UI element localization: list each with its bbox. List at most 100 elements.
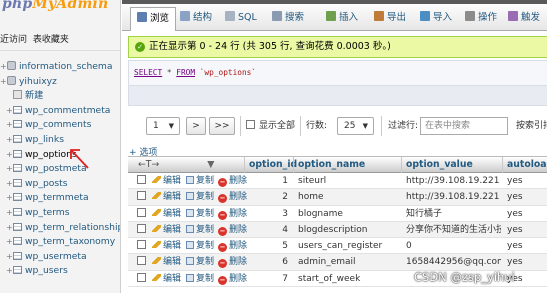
edit-row-button[interactable]: 编辑 (152, 222, 181, 238)
copy-row-button[interactable]: 复制 (186, 222, 214, 238)
recent-tables-link[interactable]: 近访问 (0, 35, 27, 45)
favorite-tables-link[interactable]: 表收藏夹 (33, 35, 69, 45)
tab-operations[interactable]: 操作 (465, 7, 497, 31)
option-id-cell[interactable]: 4 (260, 222, 288, 238)
tree-item-label[interactable]: yihuixyz (19, 76, 57, 87)
tree-item-label[interactable]: wp_term_taxonomy (25, 236, 115, 247)
tree-item-label[interactable]: wp_posts (25, 178, 68, 189)
row-checkbox[interactable] (137, 238, 150, 254)
show-all-checkbox[interactable] (246, 120, 255, 129)
copy-row-button[interactable]: 复制 (186, 238, 214, 254)
delete-row-button[interactable]: − 删除 (218, 173, 247, 189)
option-name-cell[interactable]: blogdescription (298, 222, 367, 238)
option-id-cell[interactable]: 1 (260, 173, 288, 189)
tab-import[interactable]: 导入 (420, 7, 452, 31)
tab-search[interactable]: 搜索 (272, 7, 304, 31)
delete-row-button[interactable]: − 删除 (218, 254, 247, 270)
edit-row-button[interactable]: 编辑 (152, 189, 181, 205)
column-header-option-id[interactable]: option_id (244, 157, 297, 173)
phpmyadmin-logo[interactable]: phpMyAdmin (2, 0, 108, 12)
tree-item[interactable]: + wp_comments (0, 118, 120, 133)
tree-item-label[interactable]: wp_users (25, 265, 68, 276)
column-header-option-value[interactable]: option_value (401, 157, 502, 173)
tree-item[interactable]: + information_schema (0, 60, 120, 75)
tree-item-label[interactable]: wp_links (25, 134, 64, 145)
option-id-cell[interactable]: 6 (260, 254, 288, 270)
option-value-cell[interactable]: http://39.108.19.221 (406, 189, 501, 205)
tree-item[interactable]: + wp_term_relationships (0, 221, 120, 236)
tab-insert[interactable]: 插入 (326, 7, 358, 31)
expand-icon[interactable]: + (0, 60, 7, 75)
expand-icon[interactable]: + (0, 75, 7, 90)
column-header-autoload[interactable]: autoload (502, 157, 547, 173)
tree-item[interactable]: + wp_options (0, 148, 120, 163)
option-name-cell[interactable]: siteurl (298, 173, 326, 189)
tab-export[interactable]: 导出 (374, 7, 406, 31)
sort-icon[interactable]: ▼ (207, 159, 214, 170)
sql-keyword-from[interactable]: FROM (176, 68, 195, 77)
sort-by-key-label[interactable]: 按索引排 (516, 117, 547, 135)
expand-icon[interactable]: + (6, 191, 13, 206)
edit-row-button[interactable]: 编辑 (152, 254, 181, 270)
tab-structure[interactable]: 结构 (180, 7, 212, 31)
tree-item[interactable]: + wp_posts (0, 177, 120, 192)
edit-row-button[interactable]: 编辑 (152, 173, 181, 189)
expand-icon[interactable]: + (6, 235, 13, 250)
row-checkbox[interactable] (137, 222, 150, 238)
expand-icon[interactable]: + (6, 250, 13, 265)
option-value-cell[interactable]: 分享你不知道的生活小技巧 (406, 222, 501, 238)
autoload-cell[interactable]: yes (507, 238, 523, 254)
copy-row-button[interactable]: 复制 (186, 254, 214, 270)
tree-item-label[interactable]: wp_comments (25, 119, 91, 130)
option-id-cell[interactable]: 3 (260, 206, 288, 222)
last-page-button[interactable]: >> (209, 117, 235, 135)
row-checkbox[interactable] (137, 254, 150, 270)
tree-item-label[interactable]: wp_commentmeta (25, 105, 110, 116)
autoload-cell[interactable]: yes (507, 254, 523, 270)
tree-item[interactable]: + yihuixyz (0, 75, 120, 90)
tree-item[interactable]: + wp_users (0, 264, 120, 279)
option-id-cell[interactable]: 7 (260, 271, 288, 287)
autoload-cell[interactable]: yes (507, 222, 523, 238)
autoload-cell[interactable]: yes (507, 206, 523, 222)
expand-icon[interactable]: + (6, 264, 13, 279)
rows-per-page-select[interactable]: 25 ▼ (337, 117, 374, 135)
row-checkbox[interactable] (137, 271, 150, 287)
tree-item-label[interactable]: wp_termmeta (25, 192, 89, 203)
autoload-cell[interactable]: yes (507, 189, 523, 205)
tree-item-label[interactable]: wp_terms (25, 207, 70, 218)
tab-trigger[interactable]: 触发 (508, 7, 540, 31)
row-checkbox[interactable] (137, 189, 150, 205)
expand-icon[interactable]: + (6, 118, 13, 133)
expand-icon[interactable]: + (6, 206, 13, 221)
filter-rows-input[interactable]: 在表中搜索 (420, 117, 508, 135)
option-name-cell[interactable]: admin_email (298, 254, 356, 270)
tree-item[interactable]: + wp_links (0, 133, 120, 148)
tab-browse[interactable]: 浏览 (130, 7, 177, 31)
autoload-cell[interactable]: yes (507, 173, 523, 189)
delete-row-button[interactable]: − 删除 (218, 189, 247, 205)
option-name-cell[interactable]: home (298, 189, 324, 205)
expand-icon[interactable]: + (6, 104, 13, 119)
tree-item[interactable]: + wp_termmeta (0, 191, 120, 206)
expand-icon[interactable]: + (6, 133, 13, 148)
option-id-cell[interactable]: 2 (260, 189, 288, 205)
delete-row-button[interactable]: − 删除 (218, 271, 247, 287)
tree-item-label[interactable]: wp_usermeta (25, 251, 87, 262)
option-value-cell[interactable]: 1658442956@qq.com (406, 254, 501, 270)
copy-row-button[interactable]: 复制 (186, 206, 214, 222)
tree-item-label[interactable]: wp_term_relationships (25, 222, 120, 233)
copy-row-button[interactable]: 复制 (186, 271, 214, 287)
option-value-cell[interactable]: http://39.108.19.221 (406, 173, 501, 189)
arrows-label[interactable]: ←T→ (138, 159, 159, 170)
row-checkbox[interactable] (137, 173, 150, 189)
edit-row-button[interactable]: 编辑 (152, 271, 181, 287)
tree-item-label[interactable]: 新建 (25, 90, 43, 101)
tree-item[interactable]: + wp_commentmeta (0, 104, 120, 119)
tree-item[interactable]: 新建 (0, 89, 120, 104)
copy-row-button[interactable]: 复制 (186, 189, 214, 205)
page-select[interactable]: 1 ▼ (146, 117, 180, 135)
column-header-option-name[interactable]: option_name (293, 157, 401, 173)
option-id-cell[interactable]: 5 (260, 238, 288, 254)
option-name-cell[interactable]: users_can_register (298, 238, 382, 254)
